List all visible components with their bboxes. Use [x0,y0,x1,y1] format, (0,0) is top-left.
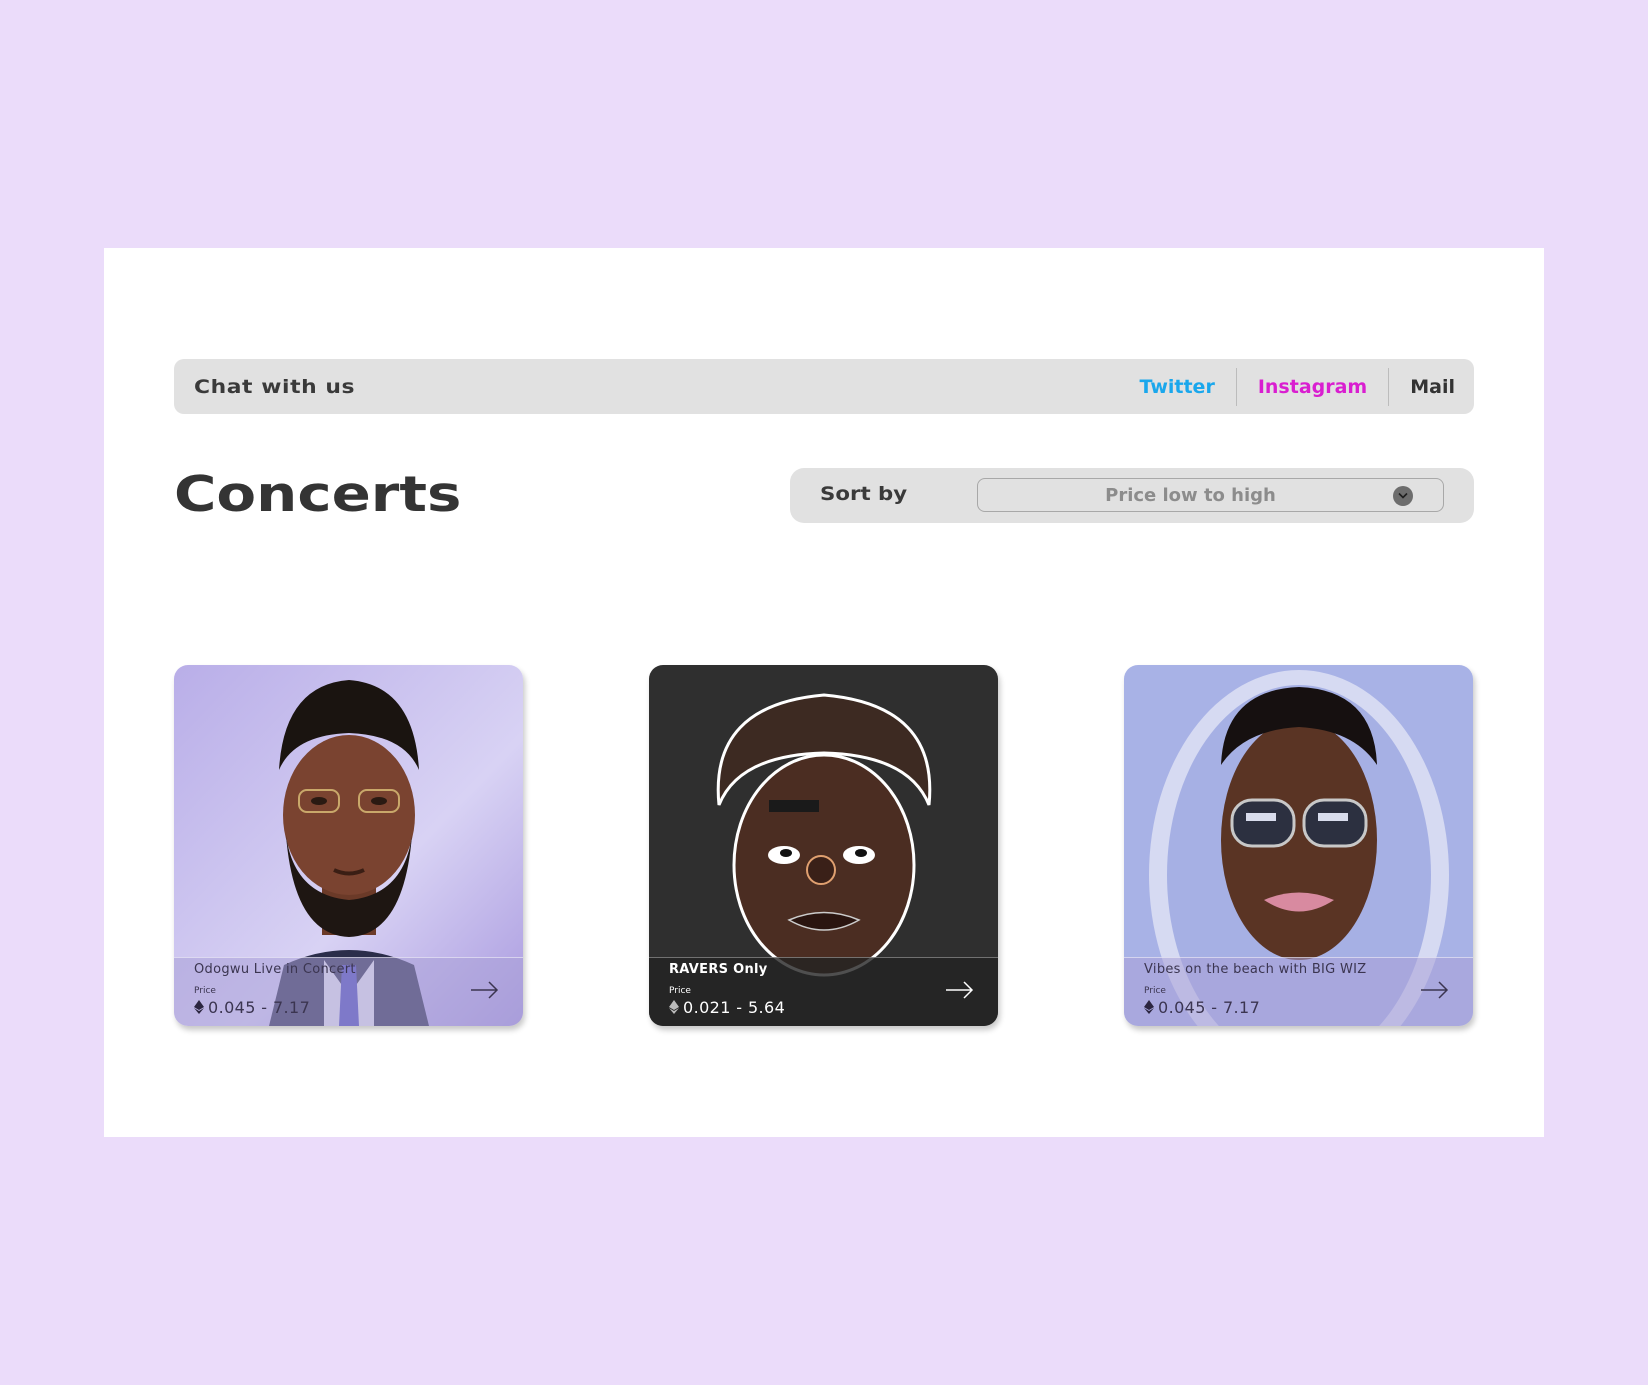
ethereum-icon [669,1000,679,1014]
sort-bar: Sort by Price low to high [790,468,1474,523]
card-info: Vibes on the beach with BIG WIZ Price 0.… [1124,957,1473,1026]
price-label: Price [194,986,216,996]
card-info: Odogwu Live in Concert Price 0.045 - 7.1… [174,957,523,1026]
arrow-right-icon[interactable] [946,981,974,999]
chevron-down-icon[interactable] [1393,486,1413,506]
price-label: Price [669,986,691,996]
concert-card[interactable]: Odogwu Live in Concert Price 0.045 - 7.1… [174,665,523,1026]
card-title: RAVERS Only [669,962,768,977]
price-range: 0.021 - 5.64 [683,998,786,1017]
twitter-link[interactable]: Twitter [1118,376,1235,398]
card-title: Odogwu Live in Concert [194,962,356,977]
card-price: 0.021 - 5.64 [669,998,978,1017]
ethereum-icon [1144,1000,1154,1014]
chat-label: Chat with us [194,375,356,398]
sort-label: Sort by [820,483,908,505]
chat-bar: Chat with us Twitter Instagram Mail [174,359,1474,414]
sort-select[interactable]: Price low to high [977,478,1444,512]
mail-link[interactable]: Mail [1389,376,1474,398]
price-range: 0.045 - 7.17 [1158,998,1261,1017]
concert-card[interactable]: Vibes on the beach with BIG WIZ Price 0.… [1124,665,1473,1026]
card-title: Vibes on the beach with BIG WIZ [1144,962,1367,977]
arrow-right-icon[interactable] [1421,981,1449,999]
price-range: 0.045 - 7.17 [208,998,311,1017]
main-panel: Chat with us Twitter Instagram Mail Conc… [104,248,1544,1137]
sort-selected-value: Price low to high [1105,485,1276,506]
arrow-right-icon[interactable] [471,981,499,999]
price-label: Price [1144,986,1166,996]
social-links: Twitter Instagram Mail [1118,359,1474,414]
instagram-link[interactable]: Instagram [1237,376,1388,398]
concert-card[interactable]: RAVERS Only Price 0.021 - 5.64 [649,665,998,1026]
page-title: Concerts [174,466,462,523]
card-price: 0.045 - 7.17 [194,998,503,1017]
card-info: RAVERS Only Price 0.021 - 5.64 [649,957,998,1026]
card-price: 0.045 - 7.17 [1144,998,1453,1017]
ethereum-icon [194,1000,204,1014]
